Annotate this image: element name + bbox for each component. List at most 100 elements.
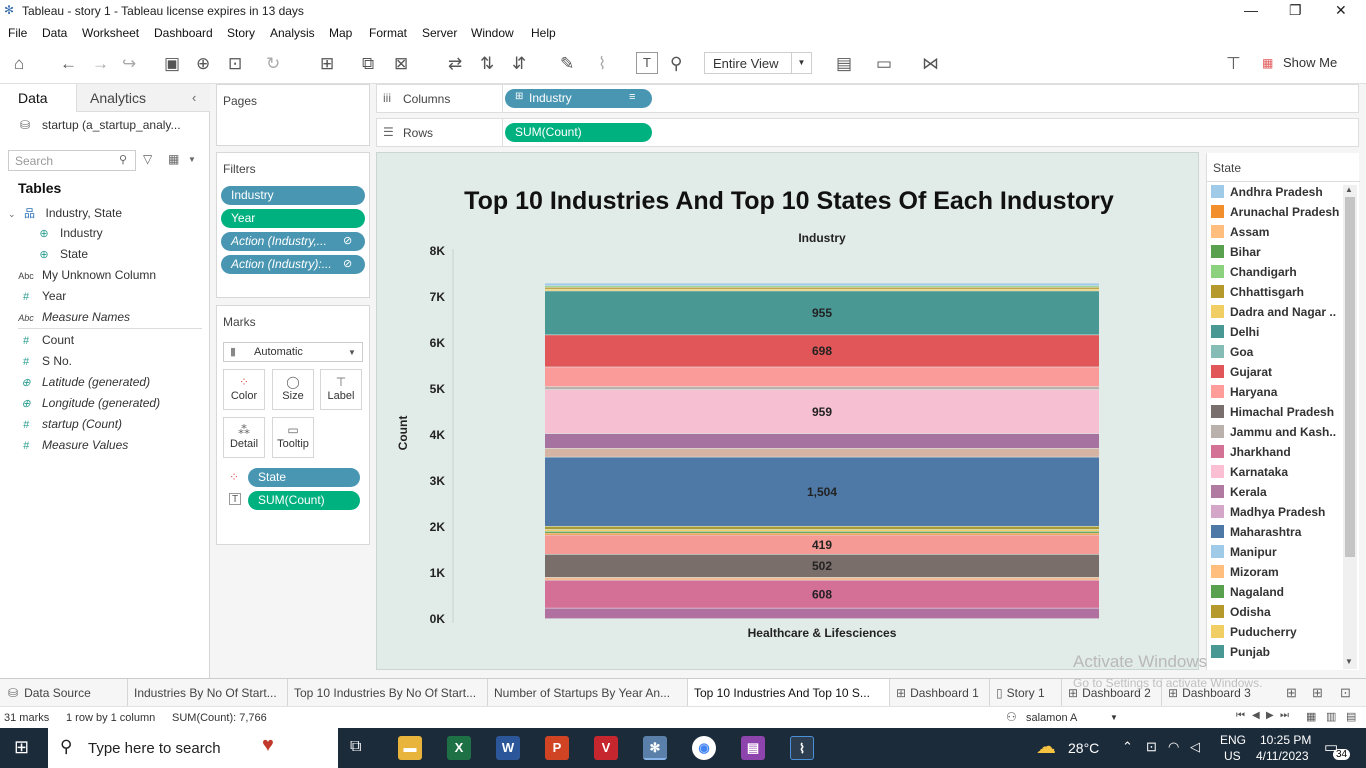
filter-pill-year[interactable]: Year xyxy=(221,209,365,228)
tab-sheet-1[interactable]: Industries By No Of Start... xyxy=(128,679,288,706)
word-icon[interactable]: W xyxy=(496,736,520,760)
save-icon[interactable]: ▣ xyxy=(164,54,180,74)
legend-item[interactable]: Dadra and Nagar .. xyxy=(1211,305,1336,319)
legend-item[interactable]: Andhra Pradesh xyxy=(1211,185,1323,199)
menu-data[interactable]: Data xyxy=(42,26,67,40)
filter-pill-industry[interactable]: Industry xyxy=(221,186,365,205)
legend-item[interactable]: Himachal Pradesh xyxy=(1211,405,1334,419)
legend-item[interactable]: Manipur xyxy=(1211,545,1277,559)
legend-item[interactable]: Arunachal Pradesh xyxy=(1211,205,1339,219)
tooltip-button[interactable]: ▭ Tooltip xyxy=(272,417,314,458)
bar-segment-6[interactable] xyxy=(545,531,1099,533)
anaconda-icon[interactable]: ⌇ xyxy=(790,736,814,760)
search-input[interactable]: Search ⚲ xyxy=(8,150,136,171)
field-industry[interactable]: ⊕ Industry xyxy=(36,226,102,240)
field-group-industry-state[interactable]: ⌄ 品 Industry, State xyxy=(8,205,122,221)
legend-item[interactable]: Puducherry xyxy=(1211,625,1297,639)
bar-segment-11[interactable] xyxy=(545,433,1099,449)
legend-item[interactable]: Jharkhand xyxy=(1211,445,1291,459)
new-worksheet-icon[interactable]: ⊞ xyxy=(320,54,334,74)
legend-item[interactable]: Karnataka xyxy=(1211,465,1288,479)
tab-sheet-3[interactable]: Number of Startups By Year An... xyxy=(488,679,688,706)
share-icon[interactable]: ⋈ xyxy=(922,54,939,74)
fit-dropdown[interactable]: Entire View ▼ xyxy=(704,52,812,74)
wifi-icon[interactable]: ◠ xyxy=(1168,739,1179,755)
presentation-icon[interactable]: ▭ xyxy=(876,54,892,74)
attach-icon[interactable]: ⌇ xyxy=(598,54,606,74)
marks-pill-sum-count[interactable]: SUM(Count) xyxy=(248,491,360,510)
taskbar-search[interactable]: ⚲ Type here to search ♥ xyxy=(48,728,338,768)
bar-segment-17[interactable] xyxy=(545,289,1099,291)
bar-segment-7[interactable] xyxy=(545,529,1099,532)
legend-item[interactable]: Nagaland xyxy=(1211,585,1284,599)
rows-shelf[interactable]: ☰ Rows SUM(Count) xyxy=(376,118,1359,147)
view-options-icon[interactable]: ▦ xyxy=(168,152,179,166)
format-painter-icon[interactable]: ⊤ xyxy=(1226,54,1241,74)
bar-segment-14[interactable] xyxy=(545,367,1099,387)
chart-view[interactable]: Top 10 Industries And Top 10 States Of E… xyxy=(376,152,1199,670)
swap-icon[interactable]: ⇄ xyxy=(448,54,462,74)
mark-type-dropdown[interactable]: ▮ Automatic ▼ xyxy=(223,342,363,362)
tab-data[interactable]: Data xyxy=(18,90,48,106)
legend-item[interactable]: Chandigarh xyxy=(1211,265,1297,279)
highlight-icon[interactable]: ✎ xyxy=(560,54,574,74)
show-cards-icon[interactable]: ▤ xyxy=(836,54,852,74)
field-measure-names[interactable]: Abc Measure Names xyxy=(18,310,130,324)
filter-icon[interactable]: ▽ xyxy=(143,152,152,166)
nav-first-icon[interactable]: ⏮ xyxy=(1236,710,1245,721)
menu-map[interactable]: Map xyxy=(329,26,352,40)
legend-item[interactable]: Madhya Pradesh xyxy=(1211,505,1325,519)
bar-segment-0[interactable] xyxy=(545,608,1099,619)
restore-icon[interactable]: ❐ xyxy=(1289,2,1302,19)
bar-segment-13[interactable] xyxy=(545,387,1099,390)
tab-analytics[interactable]: Analytics xyxy=(90,90,146,106)
legend-item[interactable]: Maharashtra xyxy=(1211,525,1301,539)
menu-file[interactable]: File xyxy=(8,26,27,40)
undo-icon[interactable]: ← xyxy=(60,54,77,74)
sort-descending-icon[interactable]: ⇵ xyxy=(512,54,526,74)
field-s-no[interactable]: # S No. xyxy=(18,354,72,368)
windows-start-icon[interactable]: ⊞ xyxy=(14,737,29,758)
label-button[interactable]: ⊤ Label xyxy=(320,369,362,410)
legend-item[interactable]: Chhattisgarh xyxy=(1211,285,1304,299)
menu-worksheet[interactable]: Worksheet xyxy=(82,26,139,40)
new-datasource-icon[interactable]: ⊕ xyxy=(196,54,210,74)
legend-item[interactable]: Gujarat xyxy=(1211,365,1272,379)
bar-segment-10[interactable] xyxy=(545,448,1099,457)
bar-segment-8[interactable] xyxy=(545,526,1099,530)
menu-help[interactable]: Help xyxy=(531,26,556,40)
tabs-view-icon[interactable]: ▤ xyxy=(1346,710,1356,723)
show-labels-icon[interactable]: T xyxy=(636,52,658,74)
new-story-icon[interactable]: ⊡ xyxy=(1340,685,1351,701)
menu-dashboard[interactable]: Dashboard xyxy=(154,26,213,40)
tableau-taskbar-icon[interactable]: ✻ xyxy=(643,736,667,760)
sort-ascending-icon[interactable]: ⇅ xyxy=(480,54,494,74)
network-icon[interactable]: ⊡ xyxy=(1146,739,1157,755)
chevron-down-icon[interactable]: ▼ xyxy=(188,155,196,164)
columns-shelf[interactable]: iii Columns Industry ⊞ ≡ xyxy=(376,84,1359,113)
minimize-icon[interactable]: — xyxy=(1244,2,1258,18)
powerpoint-icon[interactable]: P xyxy=(545,736,569,760)
clock-time[interactable]: 10:25 PM xyxy=(1260,733,1311,747)
menu-analysis[interactable]: Analysis xyxy=(270,26,315,40)
filters-shelf[interactable]: Filters Industry Year Action (Industry,.… xyxy=(216,152,370,298)
show-me-button[interactable]: Show Me xyxy=(1283,55,1337,70)
duplicate-icon[interactable]: ⧉ xyxy=(362,54,374,74)
legend-scrollbar[interactable]: ▲ ▼ xyxy=(1343,185,1357,669)
stacked-bar-chart[interactable]: Top 10 Industries And Top 10 States Of E… xyxy=(377,153,1200,671)
size-button[interactable]: ◯ Size xyxy=(272,369,314,410)
legend-item[interactable]: Kerala xyxy=(1211,485,1267,499)
collapse-icon[interactable]: ‹ xyxy=(192,90,196,105)
menu-format[interactable]: Format xyxy=(369,26,407,40)
file-explorer-icon[interactable]: ▬ xyxy=(398,736,422,760)
replay-icon[interactable]: ↪ xyxy=(122,54,136,74)
grid-view-icon[interactable]: ▦ xyxy=(1306,710,1316,723)
filmstrip-icon[interactable]: ▥ xyxy=(1326,710,1336,723)
bar-segment-18[interactable] xyxy=(545,287,1099,289)
menu-server[interactable]: Server xyxy=(422,26,457,40)
pause-updates-icon[interactable]: ⊡ xyxy=(228,54,242,74)
tab-sheet-4[interactable]: Top 10 Industries And Top 10 S... xyxy=(688,679,890,706)
field-year[interactable]: # Year xyxy=(18,289,66,303)
volume-icon[interactable]: ◁ xyxy=(1190,739,1200,755)
nav-last-icon[interactable]: ⏭ xyxy=(1280,710,1289,721)
